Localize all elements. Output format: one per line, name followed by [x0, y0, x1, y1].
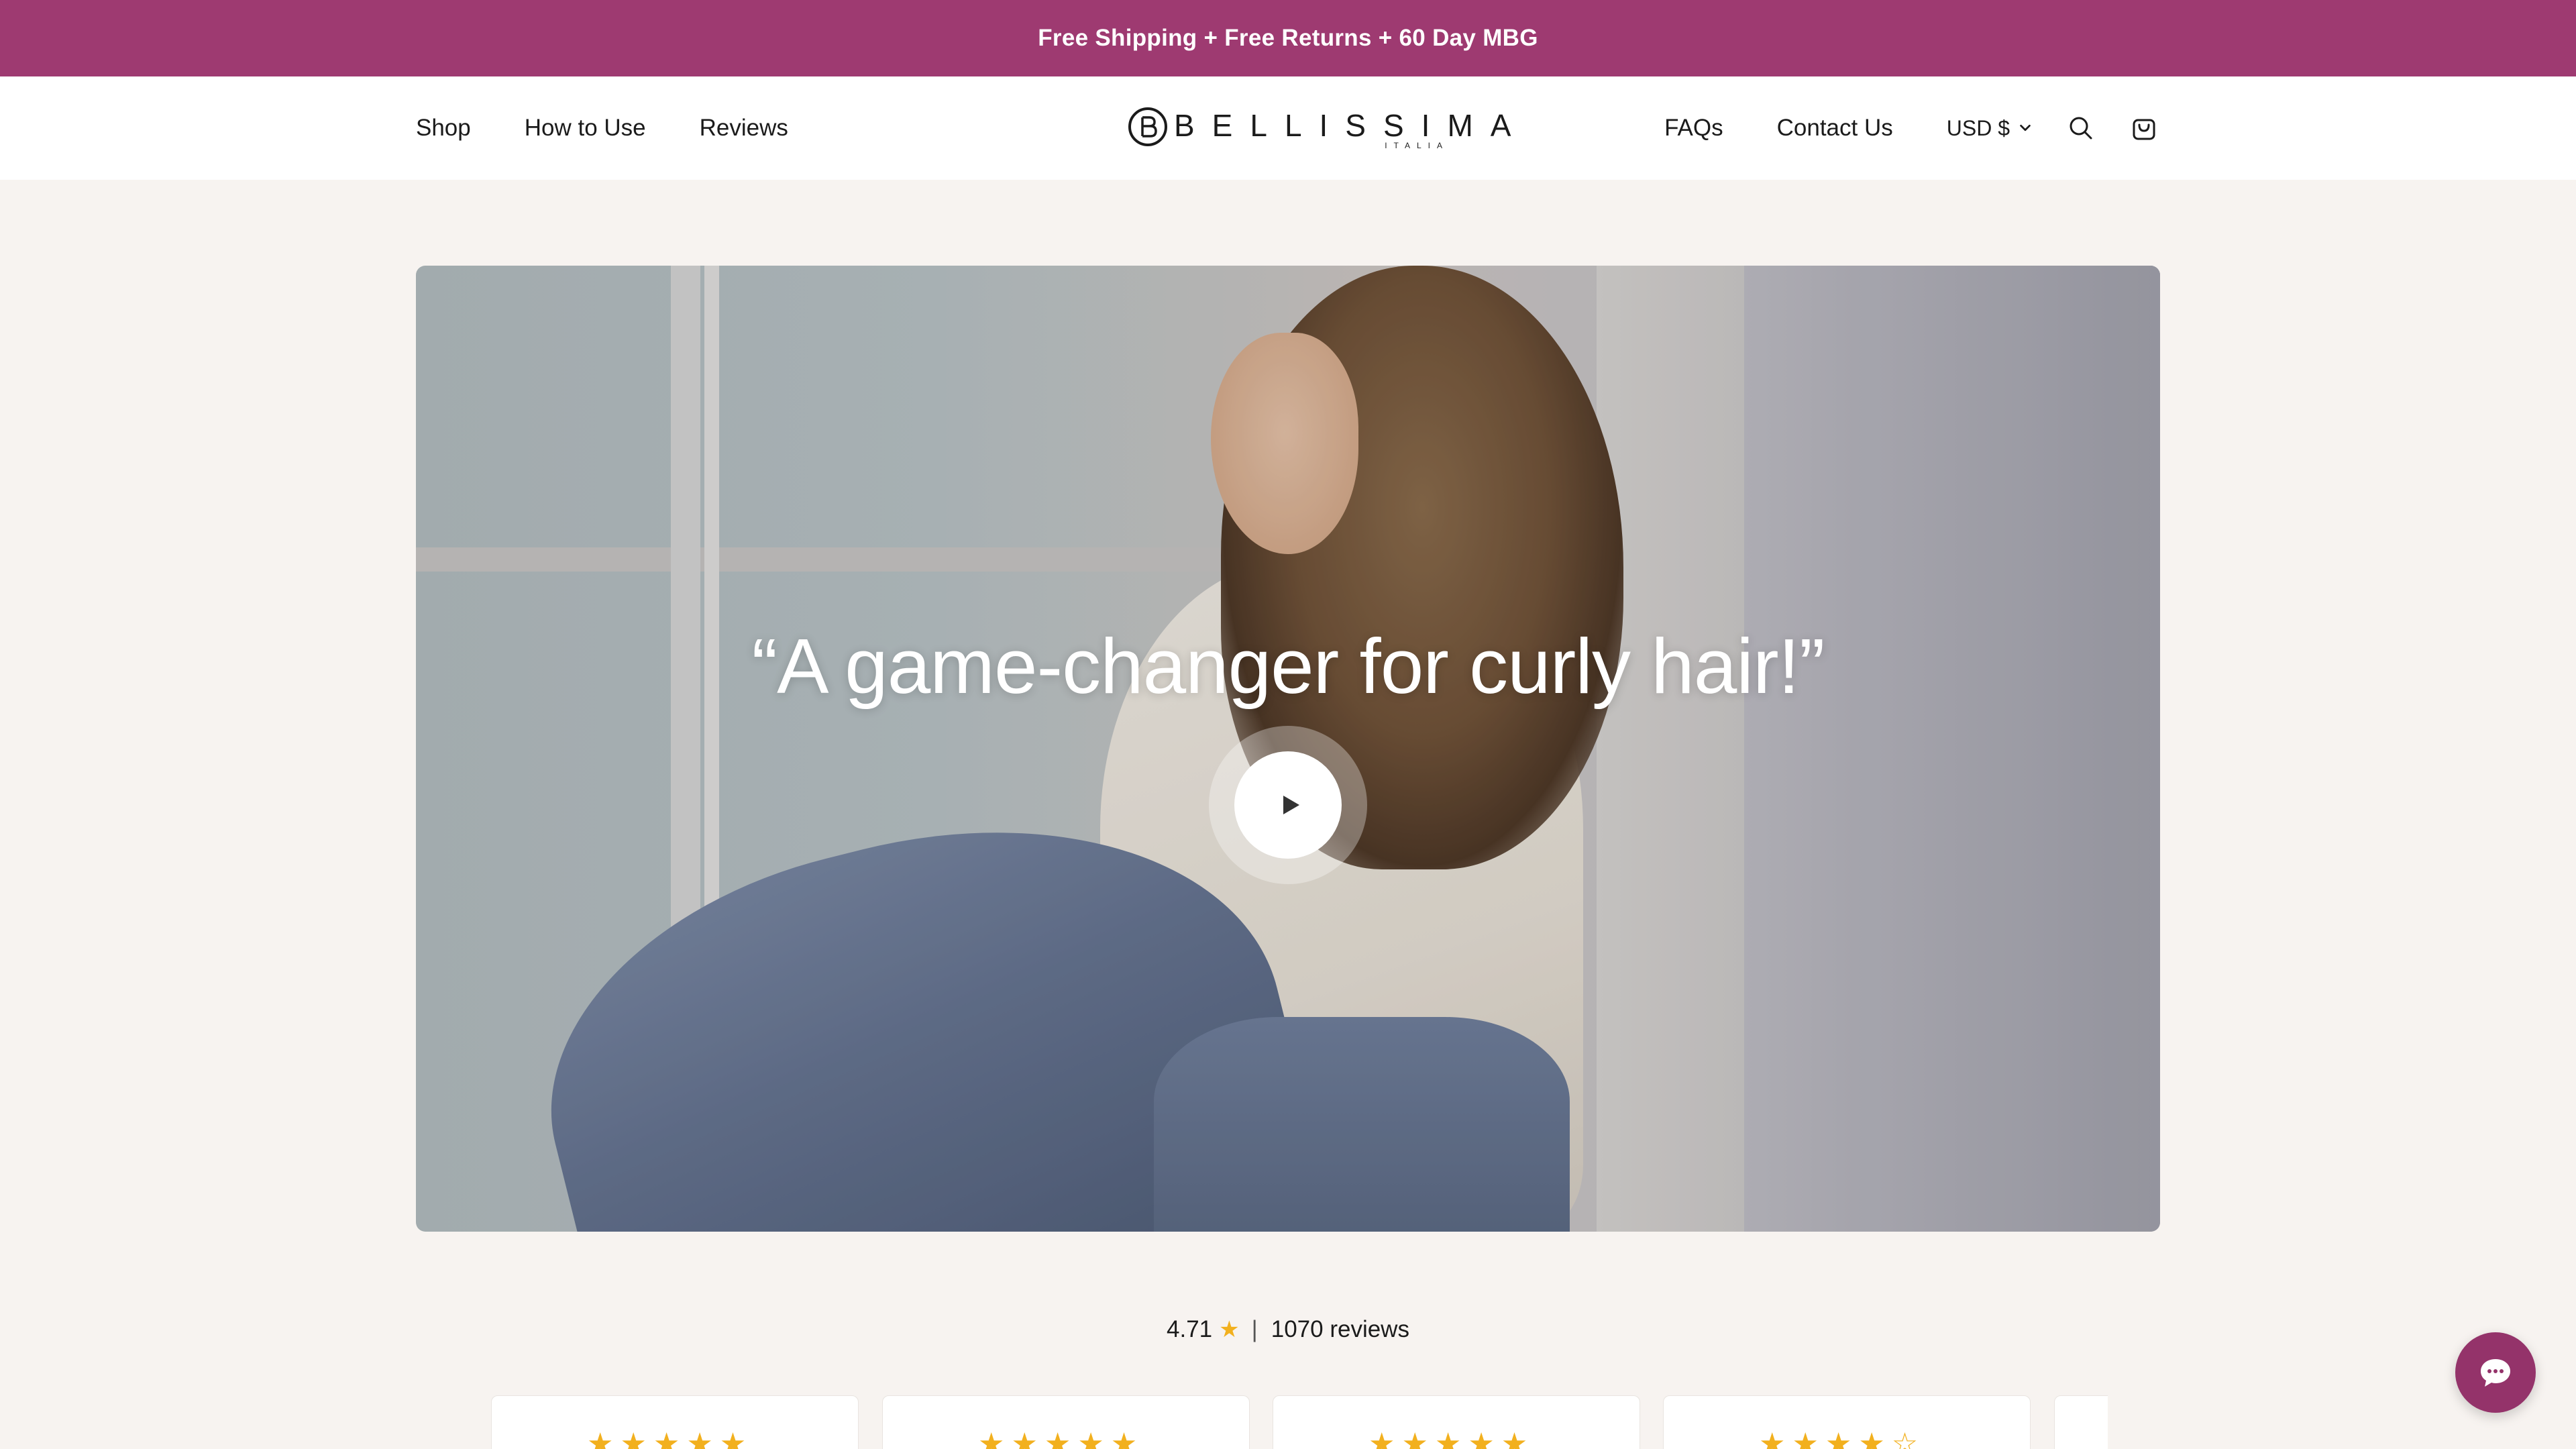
star-rating: ★★★★★ — [978, 1428, 1144, 1449]
cart-button[interactable] — [2129, 113, 2159, 143]
play-icon — [1283, 796, 1299, 814]
divider: | — [1251, 1316, 1258, 1342]
search-icon — [2070, 117, 2092, 140]
star-rating: ★★★★★ — [1368, 1428, 1535, 1449]
logo-subtitle: ITALIA — [1385, 141, 1449, 150]
review-count: 1070 reviews — [1271, 1316, 1409, 1342]
average-rating: 4.71 — [1167, 1316, 1213, 1342]
announcement-bar: Free Shipping + Free Returns + 60 Day MB… — [0, 0, 2576, 76]
star-icon: ★ — [1219, 1317, 1240, 1342]
search-button[interactable] — [2066, 113, 2096, 143]
review-card[interactable]: ★★★★☆ — [1663, 1395, 2031, 1449]
nav-link-how-to-use[interactable]: How to Use — [525, 115, 646, 142]
chevron-down-icon — [2020, 124, 2031, 131]
star-rating: ★★★★☆ — [1759, 1428, 1925, 1449]
nav-link-contact-us[interactable]: Contact Us — [1777, 115, 1893, 142]
review-carousel[interactable]: ★★★★★ ★★★★★ ★★★★★ ★★★★☆ — [491, 1395, 2108, 1449]
primary-nav: Shop How to Use Reviews — [416, 76, 788, 180]
star-rating: ★★★★★ — [587, 1428, 753, 1449]
currency-selector[interactable]: USD $ — [1947, 116, 2033, 141]
nav-link-shop[interactable]: Shop — [416, 115, 471, 142]
nav-link-reviews[interactable]: Reviews — [700, 115, 788, 142]
secondary-nav: FAQs Contact Us USD $ — [1664, 76, 2159, 180]
hero-quote: “A game-changer for curly hair!” — [751, 623, 1825, 710]
chat-widget-button[interactable] — [2455, 1332, 2536, 1413]
announcement-text: Free Shipping + Free Returns + 60 Day MB… — [1038, 25, 1538, 51]
currency-label: USD $ — [1946, 115, 2010, 140]
play-button[interactable] — [1209, 726, 1367, 884]
chat-bubble-icon — [2481, 1359, 2510, 1387]
review-card[interactable]: ★★★★★ — [882, 1395, 1250, 1449]
reviews-summary[interactable]: 4.71 ★ | 1070 reviews — [0, 1316, 2576, 1343]
logo-wordmark: BELLISSIMA — [1174, 108, 1529, 143]
play-button-inner — [1234, 751, 1342, 859]
review-card[interactable]: ★★★★★ — [1273, 1395, 1640, 1449]
review-card[interactable] — [2054, 1395, 2108, 1449]
review-card[interactable]: ★★★★★ — [491, 1395, 859, 1449]
nav-link-faqs[interactable]: FAQs — [1664, 115, 1723, 142]
logo-b-monogram-icon — [1128, 107, 1167, 146]
site-header: Shop How to Use Reviews BELLISSIMA ITALI… — [0, 76, 2576, 180]
hero-video[interactable]: “A game-changer for curly hair!” — [416, 266, 2160, 1232]
brand-logo[interactable]: BELLISSIMA ITALIA — [1127, 106, 1511, 153]
cart-icon — [2133, 119, 2155, 140]
